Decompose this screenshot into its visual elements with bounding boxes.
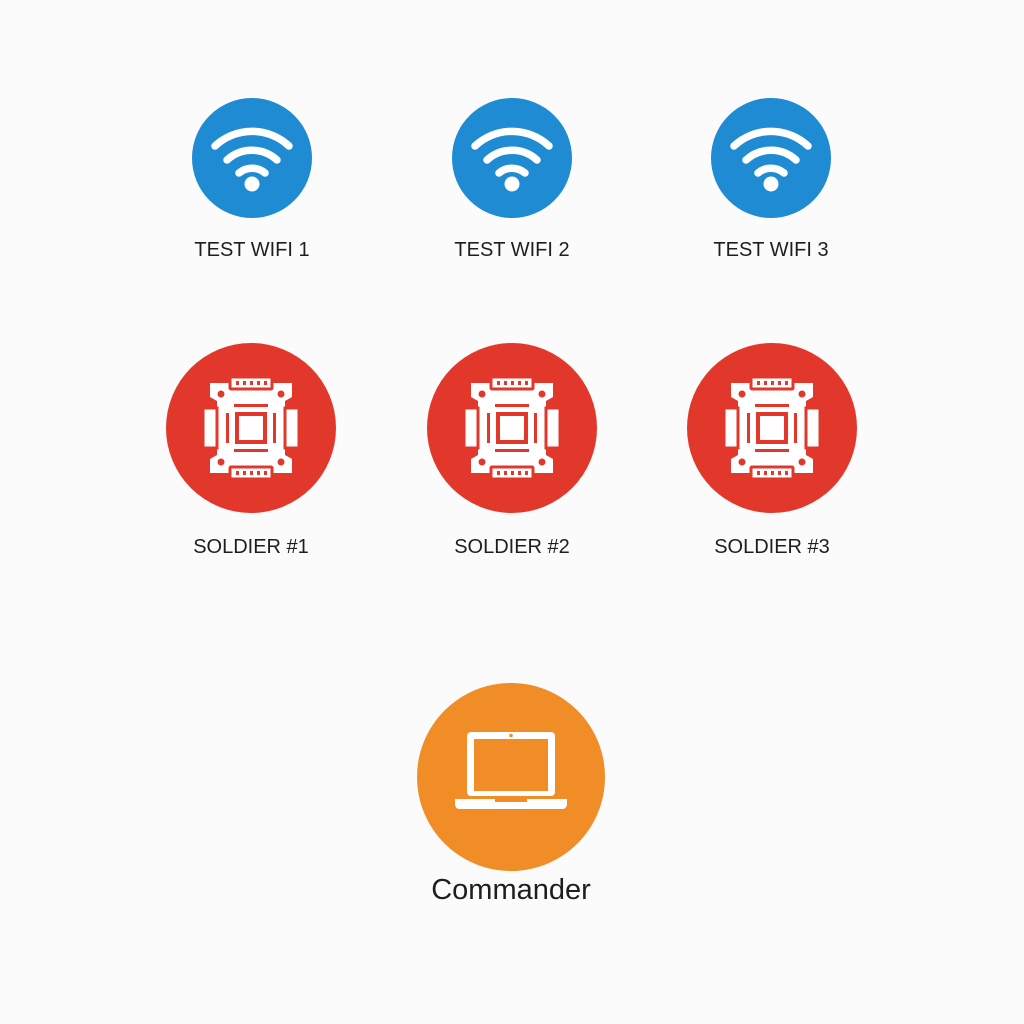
wifi-icon: [192, 98, 312, 218]
wifi-label: TEST WIFI 1: [194, 239, 310, 261]
soldier-circle: [166, 343, 336, 513]
soldier-circle: [427, 343, 597, 513]
soldier-node-2: SOLDIER #2: [427, 343, 597, 558]
wifi-node-2: TEST WIFI 2: [452, 98, 572, 261]
soldier-label: SOLDIER #1: [193, 536, 309, 558]
circuit-board-icon: [427, 343, 597, 513]
commander-circle: [417, 683, 605, 871]
soldier-node-1: SOLDIER #1: [166, 343, 336, 558]
soldier-label: SOLDIER #3: [714, 536, 830, 558]
wifi-circle: [711, 98, 831, 218]
circuit-board-icon: [687, 343, 857, 513]
soldier-label: SOLDIER #2: [454, 536, 570, 558]
wifi-label: TEST WIFI 2: [454, 239, 570, 261]
wifi-icon: [711, 98, 831, 218]
soldier-node-3: SOLDIER #3: [687, 343, 857, 558]
commander-node: Commander: [417, 683, 605, 906]
laptop-icon: [417, 683, 605, 871]
circuit-board-icon: [166, 343, 336, 513]
wifi-node-1: TEST WIFI 1: [192, 98, 312, 261]
wifi-circle: [452, 98, 572, 218]
wifi-node-3: TEST WIFI 3: [711, 98, 831, 261]
wifi-label: TEST WIFI 3: [713, 239, 829, 261]
soldier-circle: [687, 343, 857, 513]
wifi-icon: [452, 98, 572, 218]
wifi-circle: [192, 98, 312, 218]
commander-label: Commander: [431, 874, 591, 906]
